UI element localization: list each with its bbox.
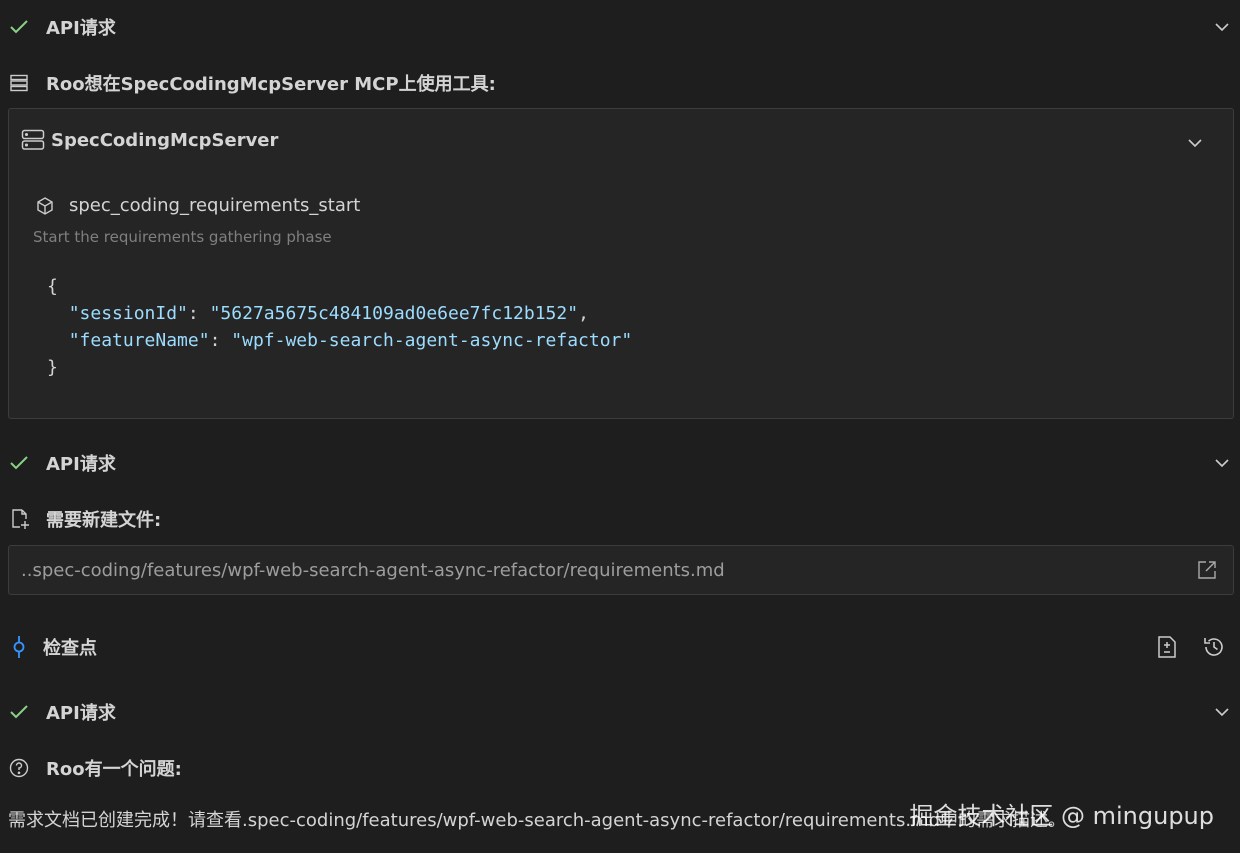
chevron-down-icon[interactable] [1212,17,1232,37]
tool-arguments: { "sessionId": "5627a5675c484109ad0e6ee7… [47,276,633,378]
check-icon [8,702,30,722]
session-value: "5627a5675c484109ad0e6ee7fc12b152" [209,303,579,324]
question-circle-icon [8,758,30,778]
open-brace: { [47,276,58,297]
mcp-request-title: Roo想在SpecCodingMcpServer MCP上使用工具: [46,74,496,95]
tool-description: Start the requirements gathering phase [33,228,332,246]
file-path: ..spec-coding/features/wpf-web-search-ag… [21,559,725,581]
question-title: Roo有一个问题: [46,759,182,780]
server-name: SpecCodingMcpServer [51,129,279,151]
chevron-down-icon[interactable] [1212,453,1232,473]
session-key: "sessionId" [68,303,188,324]
new-file-title: 需要新建文件: [46,510,162,531]
close-brace: } [47,357,58,378]
question-message: 需求文档已创建完成！请查看.spec-coding/features/wpf-w… [8,810,1067,831]
chevron-down-icon[interactable] [1212,702,1232,722]
diff-file-icon[interactable] [1156,635,1178,659]
api-request-row-1[interactable]: API请求 [0,8,1240,46]
checkpoint-icon [9,635,29,659]
checkpoint-label: 检查点 [43,638,97,659]
api-request-label: API请求 [46,18,116,39]
api-request-row-3[interactable]: API请求 [0,693,1240,731]
history-icon[interactable] [1202,635,1226,659]
server-header[interactable]: SpecCodingMcpServer [21,129,278,151]
open-external-icon[interactable] [1197,560,1217,580]
check-icon [8,453,30,473]
mcp-tool-panel: SpecCodingMcpServer spec_coding_requirem… [8,108,1234,419]
tool-name: spec_coding_requirements_start [69,195,361,216]
check-icon [8,17,30,37]
question-header: Roo有一个问题: [0,749,1240,787]
tool-header: spec_coding_requirements_start [35,195,360,216]
api-request-label: API请求 [46,454,116,475]
server-icon [8,73,30,93]
api-request-row-2[interactable]: API请求 [0,444,1240,482]
new-file-header: 需要新建文件: [0,500,1240,538]
cube-icon [35,196,55,216]
server-icon [21,129,45,151]
file-path-box[interactable]: ..spec-coding/features/wpf-web-search-ag… [8,545,1234,595]
feature-key: "featureName" [68,330,210,351]
chevron-down-icon[interactable] [1185,133,1205,153]
watermark: 掘金技术社区 @ mingupup [909,802,1214,830]
checkpoint-row: 检查点 [0,628,1240,666]
mcp-request-header: Roo想在SpecCodingMcpServer MCP上使用工具: [0,64,1240,102]
new-file-icon [8,508,32,530]
feature-value: "wpf-web-search-agent-async-refactor" [231,330,633,351]
api-request-label: API请求 [46,703,116,724]
